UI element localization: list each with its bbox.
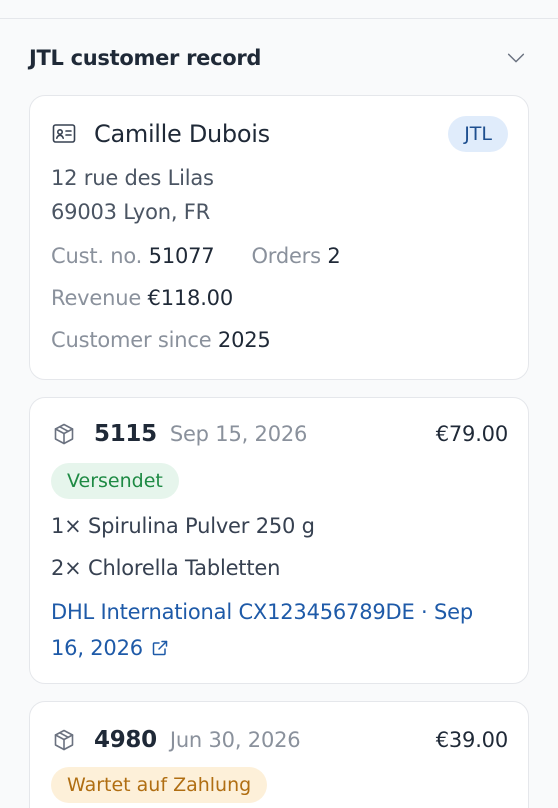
since-label: Customer since <box>51 328 212 352</box>
jtl-panel: JTL customer record Camille Dubois JTL 1… <box>0 0 558 808</box>
status-badge: Versendet <box>51 463 179 499</box>
customer-number-row: Cust. no. 51077 Orders 2 <box>51 244 341 268</box>
order-number: 5115 <box>94 421 157 447</box>
package-icon <box>52 421 78 447</box>
orders-label: Orders <box>251 244 321 268</box>
order-card[interactable]: 4980 Jun 30, 2026 €39.00 Wartet auf Zahl… <box>29 701 529 808</box>
cust-no-value: 51077 <box>148 244 215 268</box>
tracking-text: DHL International CX123456789DE · Sep 16… <box>51 600 473 660</box>
cust-no-label: Cust. no. <box>51 244 143 268</box>
revenue-label: Revenue <box>51 286 142 310</box>
package-icon <box>52 727 78 753</box>
tracking-link[interactable]: DHL International CX123456789DE · Sep 16… <box>51 594 491 666</box>
customer-since-row: Customer since 2025 <box>51 328 271 352</box>
order-total: €39.00 <box>435 728 508 752</box>
source-tag-badge: JTL <box>448 116 508 152</box>
section-header[interactable]: JTL customer record <box>29 40 528 76</box>
order-card[interactable]: 5115 Sep 15, 2026 €79.00 Versendet 1× Sp… <box>29 397 529 684</box>
order-header: 4980 Jun 30, 2026 €39.00 <box>52 722 508 758</box>
order-item: 2× Chlorella Tabletten <box>51 556 281 580</box>
customer-name: Camille Dubois <box>94 120 270 148</box>
customer-header: Camille Dubois JTL <box>52 116 508 152</box>
order-date: Jun 30, 2026 <box>169 728 301 752</box>
customer-card: Camille Dubois JTL 12 rue des Lilas 6900… <box>29 95 529 380</box>
order-number: 4980 <box>94 727 157 753</box>
orders-value: 2 <box>327 244 341 268</box>
address-line-2: 69003 Lyon, FR <box>51 200 211 224</box>
order-item: 1× Spirulina Pulver 250 g <box>51 514 315 538</box>
revenue-value: €118.00 <box>147 286 234 310</box>
external-link-icon <box>151 632 169 656</box>
id-card-icon <box>52 122 76 146</box>
since-value: 2025 <box>217 328 271 352</box>
address-line-1: 12 rue des Lilas <box>51 166 214 190</box>
top-divider <box>0 18 558 19</box>
revenue-row: Revenue €118.00 <box>51 286 233 310</box>
order-header: 5115 Sep 15, 2026 €79.00 <box>52 416 508 452</box>
section-title: JTL customer record <box>29 46 262 70</box>
order-total: €79.00 <box>435 422 508 446</box>
status-badge: Wartet auf Zahlung <box>51 767 268 803</box>
chevron-down-icon[interactable] <box>504 46 528 70</box>
order-date: Sep 15, 2026 <box>169 422 308 446</box>
